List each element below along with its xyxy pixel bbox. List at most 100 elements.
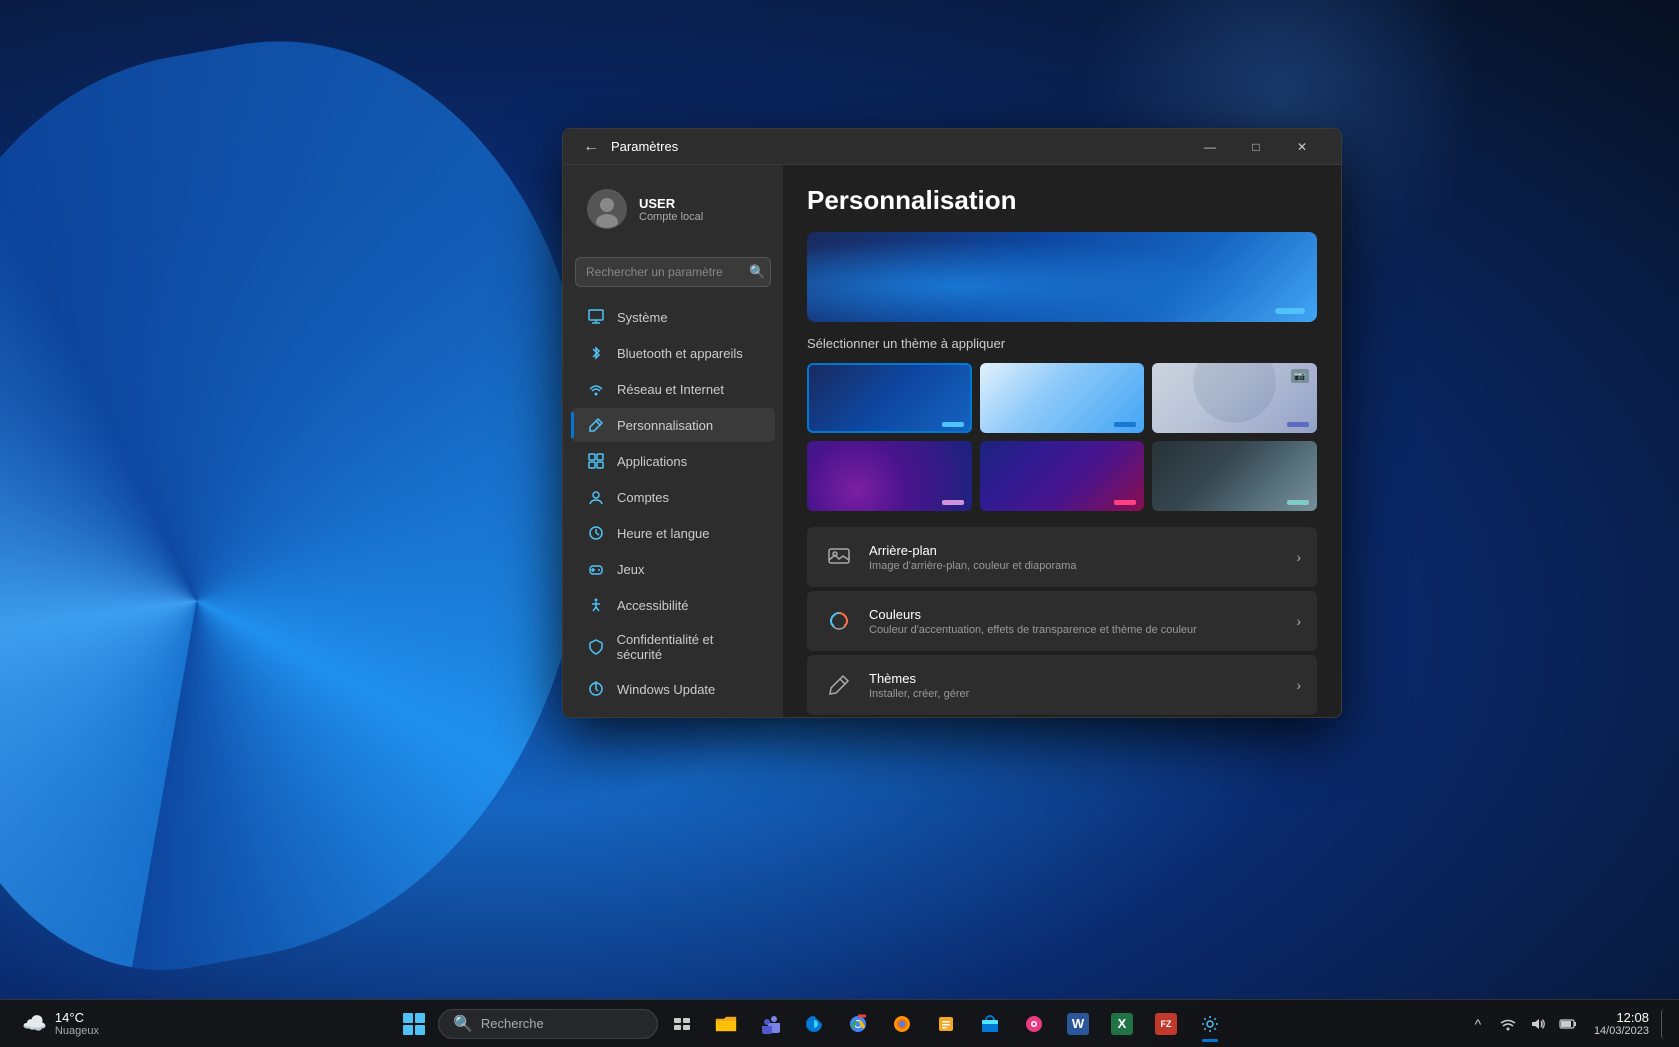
sidebar-item-time[interactable]: Heure et langue — [571, 516, 775, 550]
edge-button[interactable] — [794, 1004, 834, 1044]
theme-card-3[interactable]: 📷 — [1152, 363, 1317, 433]
sidebar-label-personalisation: Personnalisation — [617, 418, 713, 433]
search-input[interactable] — [586, 265, 741, 279]
sidebar-item-bluetooth[interactable]: Bluetooth et appareils — [571, 336, 775, 370]
sidebar-item-update[interactable]: Windows Update — [571, 672, 775, 706]
system-icon — [587, 308, 605, 326]
settings-window: ← Paramètres — □ ✕ — [562, 128, 1342, 718]
sidebar-label-privacy: Confidentialité et sécurité — [617, 632, 759, 662]
sidebar-item-personalisation[interactable]: Personnalisation — [571, 408, 775, 442]
colors-chevron: › — [1296, 613, 1301, 629]
minimize-button[interactable]: — — [1187, 129, 1233, 165]
main-content: Personnalisation Sélectionner un thème à… — [783, 165, 1341, 717]
search-container: 🔍 — [563, 249, 783, 295]
theme-banner-accent — [1275, 308, 1305, 314]
search-box[interactable]: 🔍 — [575, 257, 771, 287]
theme-grid: 📷 — [807, 363, 1317, 511]
sidebar-item-apps[interactable]: Applications — [571, 444, 775, 478]
explorer-button[interactable] — [706, 1004, 746, 1044]
files-button[interactable] — [926, 1004, 966, 1044]
avatar-icon — [588, 190, 626, 228]
clock-widget[interactable]: 12:08 14/03/2023 — [1586, 1010, 1657, 1037]
colors-icon — [823, 605, 855, 637]
accessibility-icon — [587, 596, 605, 614]
sidebar-item-privacy[interactable]: Confidentialité et sécurité — [571, 624, 775, 670]
taskbar-search[interactable]: 🔍 Recherche — [438, 1009, 658, 1039]
tray-network[interactable] — [1494, 1010, 1522, 1038]
sidebar-label-games: Jeux — [617, 562, 644, 577]
background-desc: Image d'arrière-plan, couleur et diapora… — [869, 560, 1282, 572]
clock-date: 14/03/2023 — [1594, 1025, 1649, 1037]
avatar — [587, 189, 627, 229]
sidebar-label-apps: Applications — [617, 454, 687, 469]
weather-widget[interactable]: ☁️ 14°C Nuageux — [12, 1006, 109, 1041]
user-info: USER Compte local — [639, 196, 703, 223]
update-icon — [587, 680, 605, 698]
theme-card-4[interactable] — [807, 441, 972, 511]
settings-item-themes[interactable]: Thèmes Installer, créer, gérer › — [807, 655, 1317, 715]
sidebar-label-time: Heure et langue — [617, 526, 710, 541]
tray-chevron[interactable]: ^ — [1464, 1010, 1492, 1038]
theme-5-accent — [1114, 500, 1136, 505]
theme-4-accent — [942, 500, 964, 505]
personalisation-icon — [587, 416, 605, 434]
settings-taskbar-button[interactable] — [1190, 1004, 1230, 1044]
sidebar-item-network[interactable]: Réseau et Internet — [571, 372, 775, 406]
sidebar-item-accessibility[interactable]: Accessibilité — [571, 588, 775, 622]
excel-button[interactable]: X — [1102, 1004, 1142, 1044]
search-icon[interactable]: 🔍 — [749, 264, 765, 280]
sidebar-label-accessibility: Accessibilité — [617, 598, 689, 613]
theme-card-1[interactable] — [807, 363, 972, 433]
account-type: Compte local — [639, 211, 703, 223]
word-button[interactable]: W — [1058, 1004, 1098, 1044]
tray-volume[interactable] — [1524, 1010, 1552, 1038]
apps-icon — [587, 452, 605, 470]
sidebar-label-update: Windows Update — [617, 682, 715, 697]
music-button[interactable] — [1014, 1004, 1054, 1044]
sidebar-item-accounts[interactable]: Comptes — [571, 480, 775, 514]
store-button[interactable] — [970, 1004, 1010, 1044]
back-button[interactable]: ← — [579, 135, 603, 159]
themes-desc: Installer, créer, gérer — [869, 688, 1282, 700]
chrome-button[interactable] — [838, 1004, 878, 1044]
sidebar-item-games[interactable]: Jeux — [571, 552, 775, 586]
sidebar-label-bluetooth: Bluetooth et appareils — [617, 346, 743, 361]
taskbar-right: ^ — [1464, 1009, 1679, 1039]
sidebar-item-system[interactable]: Système — [571, 300, 775, 334]
theme-card-2[interactable] — [980, 363, 1145, 433]
taskbar: ☁️ 14°C Nuageux 🔍 Recherche — [0, 999, 1679, 1047]
windows-logo — [403, 1013, 425, 1035]
title-bar: ← Paramètres — □ ✕ — [563, 129, 1341, 165]
themes-chevron: › — [1296, 677, 1301, 693]
privacy-icon — [587, 638, 605, 656]
taskbar-center: 🔍 Recherche — [160, 1004, 1464, 1044]
network-icon — [587, 380, 605, 398]
theme-card-5[interactable] — [980, 441, 1145, 511]
taskbar-search-icon: 🔍 — [453, 1014, 473, 1034]
sidebar-label-accounts: Comptes — [617, 490, 669, 505]
theme-section-label: Sélectionner un thème à appliquer — [807, 336, 1317, 351]
camera-icon: 📷 — [1291, 369, 1309, 383]
show-desktop-button[interactable] — [1661, 1009, 1667, 1039]
close-button[interactable]: ✕ — [1279, 129, 1325, 165]
weather-description: Nuageux — [55, 1025, 99, 1037]
themes-text: Thèmes Installer, créer, gérer — [869, 671, 1282, 700]
theme-6-accent — [1287, 500, 1309, 505]
maximize-button[interactable]: □ — [1233, 129, 1279, 165]
background-icon — [823, 541, 855, 573]
games-icon — [587, 560, 605, 578]
tray-battery[interactable] — [1554, 1010, 1582, 1038]
user-profile[interactable]: USER Compte local — [571, 177, 775, 241]
taskview-button[interactable] — [662, 1004, 702, 1044]
colors-title: Couleurs — [869, 607, 1282, 622]
teams-button[interactable] — [750, 1004, 790, 1044]
settings-item-background[interactable]: Arrière-plan Image d'arrière-plan, coule… — [807, 527, 1317, 587]
tray-icons: ^ — [1464, 1010, 1582, 1038]
page-title: Personnalisation — [807, 185, 1317, 216]
filezilla-button[interactable]: FZ — [1146, 1004, 1186, 1044]
firefox-button[interactable] — [882, 1004, 922, 1044]
theme-preview-banner — [807, 232, 1317, 322]
start-button[interactable] — [394, 1004, 434, 1044]
settings-item-colors[interactable]: Couleurs Couleur d'accentuation, effets … — [807, 591, 1317, 651]
theme-card-6[interactable] — [1152, 441, 1317, 511]
